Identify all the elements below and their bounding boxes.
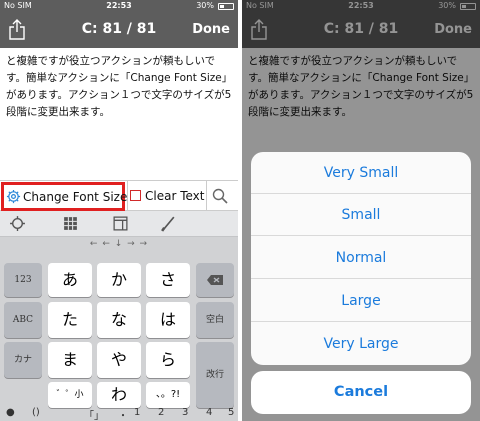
right-screen: No SIM 22:53 30% C: 81 / 81 Done と複雑ですが役… — [242, 0, 480, 421]
key-dakuten[interactable]: ゛゜小 — [48, 382, 92, 408]
key-ya[interactable]: や — [97, 342, 141, 378]
nav-bar: C: 81 / 81 Done — [0, 12, 238, 48]
symbol-key[interactable]: () — [32, 407, 40, 418]
apple-icon: ● — [6, 407, 15, 418]
gear-icon — [6, 189, 21, 204]
key-ra[interactable]: ら — [146, 342, 190, 378]
status-bar: No SIM 22:53 30% — [0, 0, 238, 12]
symbol-key[interactable]: 2 — [158, 407, 164, 418]
action-toolbar: Change Font Size Clear Text — [0, 180, 238, 211]
option-very-small[interactable]: Very Small — [251, 152, 471, 194]
brush-icon[interactable] — [160, 215, 177, 232]
symbol-key[interactable]: 5 — [228, 407, 234, 418]
text-editor[interactable]: と複雑ですが役立つアクションが頼もしいで す。簡単なアクションに「Change … — [6, 53, 234, 121]
key-ma[interactable]: ま — [48, 342, 92, 378]
option-normal[interactable]: Normal — [251, 237, 471, 279]
font-size-action-sheet: Very Small Small Normal Large Very Large — [251, 152, 471, 365]
editor-line: と複雑ですが役立つアクションが頼もしいで — [6, 55, 216, 67]
symbol-row: ● () 「」 ・ 1 2 3 4 5 — [0, 407, 238, 421]
space-key[interactable]: 空白 — [196, 302, 234, 338]
backspace-icon — [207, 274, 223, 285]
key-ta[interactable]: た — [48, 302, 92, 338]
battery-icon — [218, 3, 234, 10]
cursor-arrows[interactable]: ← ← ↓ → → — [0, 239, 238, 249]
key-punctuation[interactable]: 、。?! — [146, 382, 190, 408]
clear-text-button[interactable]: Clear Text — [129, 182, 205, 211]
key-ka[interactable]: か — [97, 263, 141, 297]
symbol-key[interactable]: 4 — [206, 407, 212, 418]
editor-line: す。簡単なアクションに「Change Font Size」 — [6, 72, 233, 84]
key-sa[interactable]: さ — [146, 263, 190, 297]
key-wa[interactable]: わ — [97, 382, 141, 408]
settings-icon[interactable] — [9, 215, 26, 232]
editor-line: があります。アクション１つで文字のサイズが5 — [6, 89, 232, 101]
keyboard-toolbar — [0, 211, 238, 237]
key-na[interactable]: な — [97, 302, 141, 338]
key-a[interactable]: あ — [48, 263, 92, 297]
option-small[interactable]: Small — [251, 194, 471, 236]
key-alphabet[interactable]: ABC — [4, 302, 42, 338]
symbol-key[interactable]: 3 — [182, 407, 188, 418]
battery-percent: 30% — [196, 1, 214, 10]
clear-text-label: Clear Text — [145, 189, 205, 203]
toolbar-divider — [127, 181, 128, 210]
japanese-keyboard: ← ← ↓ → → 123 ABC カナ あ か さ た な は ま や ら ゛… — [0, 211, 238, 421]
option-large[interactable]: Large — [251, 280, 471, 322]
key-katakana[interactable]: カナ — [4, 342, 42, 378]
search-icon[interactable] — [210, 186, 230, 206]
checkbox-icon — [130, 190, 141, 201]
symbol-key[interactable]: 「」 — [84, 407, 104, 421]
return-key[interactable]: 改行 — [196, 342, 234, 408]
option-very-large[interactable]: Very Large — [251, 323, 471, 365]
layout-icon[interactable] — [112, 215, 129, 232]
left-screen: No SIM 22:53 30% C: 81 / 81 Done と複雑ですが役… — [0, 0, 238, 421]
key-ha[interactable]: は — [146, 302, 190, 338]
toolbar-divider — [206, 181, 207, 210]
symbol-key[interactable]: 1 — [134, 407, 140, 418]
key-numbers[interactable]: 123 — [4, 263, 42, 297]
change-font-size-button[interactable]: Change Font Size — [1, 182, 128, 211]
backspace-key[interactable] — [196, 263, 234, 297]
cancel-button[interactable]: Cancel — [251, 371, 471, 414]
done-button[interactable]: Done — [192, 22, 230, 37]
keypad-grid-icon[interactable] — [62, 215, 79, 232]
change-font-size-label: Change Font Size — [23, 190, 128, 204]
symbol-key[interactable]: ・ — [118, 407, 128, 421]
editor-line: 段階に変更出来ます。 — [6, 106, 110, 118]
